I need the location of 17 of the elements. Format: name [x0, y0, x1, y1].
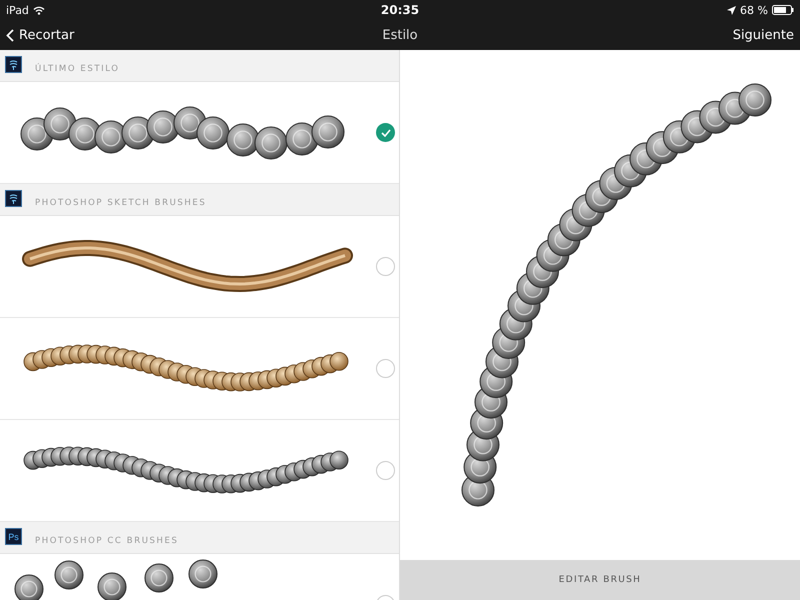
section-title: PHOTOSHOP CC BRUSHES	[35, 536, 178, 546]
app-logo-icon	[5, 56, 22, 73]
section-title: PHOTOSHOP SKETCH BRUSHES	[35, 198, 206, 208]
clock-time: 20:35	[380, 3, 420, 17]
wifi-icon	[32, 6, 45, 14]
edit-brush-button[interactable]: EDITAR BRUSH	[400, 560, 800, 600]
app-logo-icon	[5, 190, 22, 207]
location-arrow-icon	[727, 6, 736, 14]
screen-title: Estilo	[382, 28, 418, 42]
back-button[interactable]: Recortar	[6, 28, 382, 42]
battery-percentage: 68 %	[740, 4, 768, 16]
chevron-left-icon	[6, 28, 14, 42]
photoshop-logo: Ps	[5, 528, 22, 545]
section-title: ÚLTIMO ESTILO	[35, 64, 120, 74]
next-button[interactable]: Siguiente	[732, 28, 794, 42]
battery-icon	[772, 5, 794, 15]
device-name: iPad	[6, 4, 29, 16]
